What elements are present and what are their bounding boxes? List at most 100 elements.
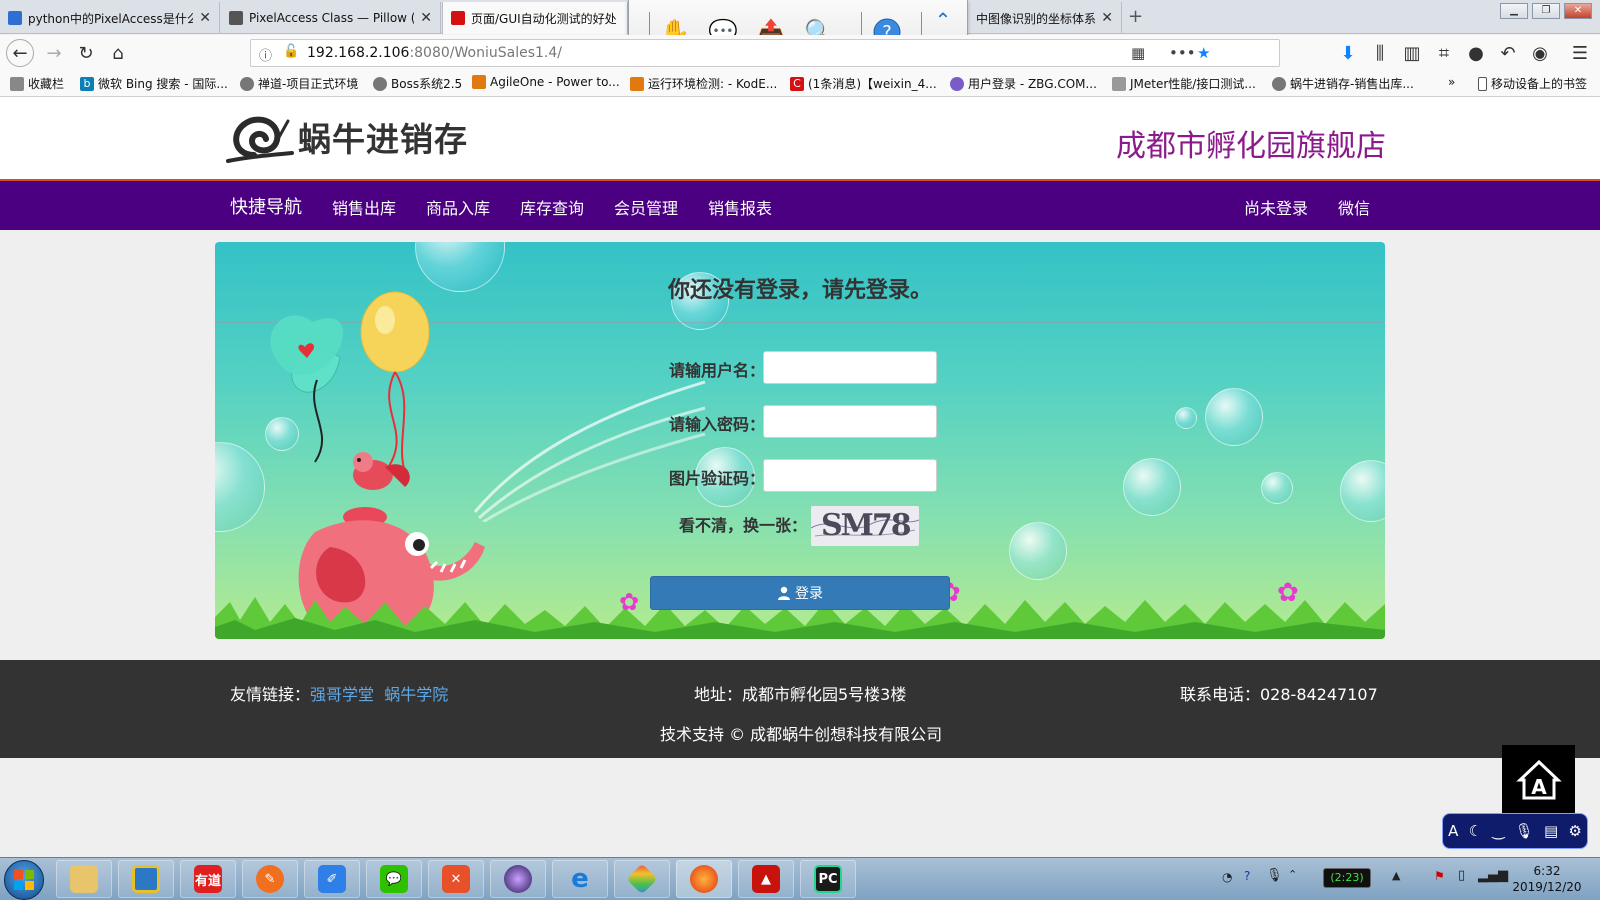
bookmark-item[interactable]: 运行环境检测: - KodE... (630, 75, 777, 92)
bookmark-item[interactable]: b 微软 Bing 搜索 - 国际... (80, 75, 228, 92)
bookmark-item[interactable]: 移动设备上的书签 (1478, 75, 1587, 92)
paint-app-icon[interactable] (614, 860, 670, 898)
nav-item-goods-in[interactable]: 商品入库 (426, 195, 490, 219)
pycharm-icon[interactable]: PC (800, 860, 856, 898)
url-bar[interactable]: ⓘ 🔓 192.168.2.106:8080/WoniuSales1.4/ ▦ … (250, 39, 1280, 67)
nav-brand[interactable]: 快捷导航 (230, 193, 302, 219)
document-icon[interactable]: ▤ (1544, 822, 1558, 840)
bookmark-label: JMeter性能/接口测试... (1130, 77, 1256, 91)
power-icon[interactable]: ▯ (1458, 868, 1465, 883)
close-tab-icon[interactable]: ✕ (199, 10, 211, 26)
folder-icon (10, 76, 24, 91)
url-text[interactable]: 192.168.2.106:8080/WoniuSales1.4/ (307, 45, 562, 61)
moon-icon[interactable]: ☾ (1469, 822, 1482, 840)
tray-help-icon[interactable]: ? (1244, 869, 1250, 883)
tray-expand-icon[interactable]: ⌃ (1288, 868, 1297, 881)
nav-item-sales-report[interactable]: 销售报表 (708, 195, 772, 219)
web-page: 蜗牛进销存 成都市孵化园旗舰店 快捷导航 销售出库 商品入库 库存查询 会员管理… (0, 97, 1600, 857)
bookmark-item[interactable]: 用户登录 - ZBG.COM... (950, 75, 1097, 92)
bookmark-item[interactable]: AgileOne - Power to... (472, 75, 620, 89)
refresh-captcha-label[interactable]: 看不清，换一张： (635, 512, 807, 536)
nav-wechat[interactable]: 微信 (1338, 195, 1370, 219)
qr-code-icon[interactable]: ▦ (1131, 44, 1145, 62)
home-icon[interactable]: ⌂ (104, 39, 132, 67)
screenshot-icon[interactable]: ⌗ (1430, 39, 1458, 67)
url-path: :8080/WoniuSales1.4/ (409, 45, 562, 61)
nav-item-sales-out[interactable]: 销售出库 (332, 195, 396, 219)
show-hidden-icons-icon[interactable]: ▲ (1392, 869, 1400, 882)
link-woniu-academy[interactable]: 蜗牛学院 (384, 685, 448, 704)
file-explorer-icon[interactable] (56, 860, 112, 898)
bookmark-star-icon[interactable]: ★ (1197, 44, 1210, 62)
nav-item-stock-query[interactable]: 库存查询 (520, 195, 584, 219)
pen-app-icon[interactable]: ✎ (242, 860, 298, 898)
acrobat-icon[interactable]: ▲ (738, 860, 794, 898)
firefox-icon[interactable] (676, 860, 732, 898)
nav-login-status[interactable]: 尚未登录 (1244, 195, 1308, 219)
nav-item-members[interactable]: 会员管理 (614, 195, 678, 219)
library-icon[interactable]: ⫼ (1366, 39, 1394, 67)
action-center-icon[interactable]: ⚑ (1434, 869, 1445, 883)
site-logo[interactable]: 蜗牛进销存 (224, 109, 468, 165)
link-qiangge[interactable]: 强哥学堂 (310, 685, 374, 704)
browser-tab-1[interactable]: python中的PixelAccess是什么 ✕ (0, 2, 220, 34)
wechat-icon[interactable]: 💬 (366, 860, 422, 898)
accessibility-toolbar: A ☾ ‿ 🎙 ▤ ⚙ (1442, 813, 1588, 849)
forward-button[interactable]: → (40, 39, 68, 67)
tray-mic-icon[interactable]: 🎙 (1266, 868, 1283, 883)
login-button-label: 登录 (795, 586, 823, 602)
reload-button[interactable]: ↻ (72, 39, 100, 67)
bookmark-item[interactable]: 收藏栏 (10, 75, 64, 92)
browser-tab-2[interactable]: PixelAccess Class — Pillow (P ✕ (221, 2, 441, 34)
download-icon[interactable]: ⬇ (1334, 39, 1362, 67)
flower-decoration: ✿ (1277, 578, 1299, 608)
bookmark-item[interactable]: C (1条消息)【weixin_4... (790, 75, 937, 92)
captcha-label: 图片验证码： (668, 469, 765, 488)
restore-button[interactable]: ❐ (1532, 3, 1560, 19)
ie-icon[interactable]: e (552, 860, 608, 898)
tray-network-icon[interactable]: ◔ (1222, 870, 1232, 884)
browser-tab-4[interactable]: 中图像识别的坐标体系 ✕ (968, 2, 1122, 34)
bookmark-item[interactable]: JMeter性能/接口测试... (1112, 75, 1256, 92)
password-input[interactable] (763, 405, 937, 438)
more-bookmarks-icon[interactable]: » (1448, 75, 1455, 89)
xmind-icon[interactable]: ✕ (428, 860, 484, 898)
new-tab-button[interactable]: + (1128, 6, 1143, 27)
username-input[interactable] (763, 351, 937, 384)
close-tab-icon[interactable]: ✕ (1101, 10, 1113, 26)
back-button[interactable]: ← (6, 39, 34, 67)
minimize-button[interactable]: ▁ (1500, 3, 1528, 19)
edit-app-icon[interactable]: ✐ (304, 860, 360, 898)
settings-gear-icon[interactable]: ⚙ (1568, 822, 1581, 840)
font-a-icon[interactable]: A (1448, 822, 1458, 840)
window-app-icon[interactable] (118, 860, 174, 898)
floating-a-logo-icon[interactable]: A (1502, 745, 1575, 817)
system-clock[interactable]: 6:32 2019/12/20 (1502, 863, 1592, 895)
info-icon[interactable]: ⓘ (259, 45, 272, 64)
audio-icon[interactable]: ‿ (1492, 822, 1504, 840)
menu-icon[interactable]: ☰ (1566, 39, 1594, 67)
galaxy-app-icon[interactable] (490, 860, 546, 898)
browser-tab-3[interactable]: 页面/GUI自动化测试的好处 (442, 2, 628, 34)
close-window-button[interactable]: ✕ (1564, 3, 1592, 19)
bookmark-item[interactable]: 蜗牛进销存-销售出库... (1272, 75, 1414, 92)
login-button[interactable]: 登录 (650, 576, 950, 610)
chat-icon[interactable]: ● (1462, 39, 1490, 67)
bookmark-item[interactable]: 禅道-项目正式环境 (240, 75, 358, 92)
bookmark-item[interactable]: Boss系统2.5 (373, 75, 462, 92)
close-tab-icon[interactable]: ✕ (420, 10, 432, 26)
undo-icon[interactable]: ↶ (1494, 39, 1522, 67)
account-icon[interactable]: ◉ (1526, 39, 1554, 67)
bookmark-label: (1条消息)【weixin_4... (808, 77, 937, 91)
captcha-image[interactable]: SM78 (811, 506, 919, 546)
start-button-icon[interactable] (4, 860, 44, 900)
water-spray-decoration (473, 380, 706, 522)
footer-support: 技术支持 © 成都蜗牛创想科技有限公司 (660, 725, 943, 744)
more-actions-icon[interactable]: ••• (1169, 44, 1196, 62)
battery-indicator[interactable]: (2:23) (1323, 868, 1371, 888)
sidebar-icon[interactable]: ▥ (1398, 39, 1426, 67)
mic-icon[interactable]: 🎙 (1515, 822, 1534, 840)
youdao-icon[interactable]: 有道 (180, 860, 236, 898)
captcha-input[interactable] (763, 459, 937, 492)
bookmark-label: 移动设备上的书签 (1491, 77, 1588, 91)
